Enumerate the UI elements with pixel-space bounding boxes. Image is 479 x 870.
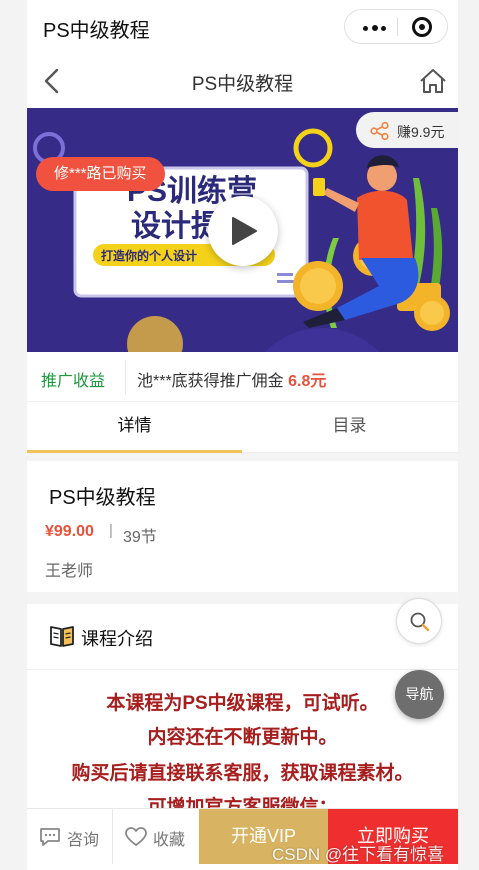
capsule-menu[interactable] bbox=[344, 9, 448, 44]
app-top-bar: PS中级教程 bbox=[27, 0, 458, 55]
share-earn-button[interactable]: 赚9.9元 bbox=[356, 112, 458, 148]
capsule-divider bbox=[397, 18, 398, 36]
intro-line: 可增加官方客服微信： bbox=[147, 797, 338, 808]
share-icon bbox=[370, 122, 389, 140]
csdn-watermark: CSDN @往下看有惊喜 bbox=[272, 845, 445, 864]
tab-details[interactable]: 详情 bbox=[27, 402, 242, 453]
tab-catalog[interactable]: 目录 bbox=[242, 402, 457, 453]
poster-subline: 打造你的个人设计 bbox=[101, 248, 197, 263]
intro-content: 本课程为PS中级课程，可试听。 内容还在不断更新中。 购买后请直接联系客服，获取… bbox=[27, 671, 458, 808]
lesson-count: 39节 bbox=[123, 529, 157, 546]
buyer-notice-badge: 修***路已购买 bbox=[36, 157, 165, 191]
nav-bar: PS中级教程 bbox=[27, 55, 458, 108]
heart-icon bbox=[125, 827, 147, 846]
course-banner[interactable]: PS训练营 设计提 打造你的个人设计 修***路已购买 赚9.9元 bbox=[27, 108, 458, 352]
promotion-row: 推广收益 池***底获得推广佣金 6.8元 bbox=[27, 352, 458, 402]
content-tabs: 详情 目录 bbox=[27, 402, 458, 453]
home-icon[interactable] bbox=[419, 68, 447, 94]
intro-header: 课程介绍 bbox=[27, 604, 458, 670]
collect-button[interactable]: 收藏 bbox=[113, 809, 199, 864]
search-float-button[interactable] bbox=[396, 598, 442, 644]
collect-label: 收藏 bbox=[153, 832, 186, 849]
page-title: PS中级教程 bbox=[191, 74, 294, 95]
consult-button[interactable]: 咨询 bbox=[27, 809, 113, 864]
promotion-message: 池***底获得推广佣金 6.8元 bbox=[137, 367, 326, 391]
course-price: ¥99.00 bbox=[45, 523, 94, 540]
section-gap bbox=[27, 453, 458, 461]
price-separator: | bbox=[109, 522, 113, 539]
promotion-text: 池***底获得推广佣金 bbox=[137, 373, 284, 390]
intro-line: 本课程为PS中级课程，可试听。 bbox=[106, 693, 379, 714]
book-icon bbox=[50, 626, 74, 647]
intro-line: 购买后请直接联系客服，获取课程素材。 bbox=[71, 763, 414, 784]
intro-line: 内容还在不断更新中。 bbox=[147, 727, 338, 748]
navigation-float-button[interactable]: 导航 bbox=[395, 670, 444, 719]
close-miniprogram-icon[interactable] bbox=[412, 17, 432, 37]
course-title: PS中级教程 bbox=[49, 487, 156, 509]
play-icon bbox=[232, 217, 257, 245]
intro-heading: 课程介绍 bbox=[81, 629, 153, 649]
play-button[interactable] bbox=[208, 196, 278, 266]
promotion-label: 推广收益 bbox=[41, 373, 106, 390]
promotion-divider bbox=[125, 360, 126, 394]
consult-label: 咨询 bbox=[67, 832, 100, 849]
search-icon bbox=[410, 612, 430, 632]
promotion-amount: 6.8元 bbox=[288, 373, 327, 390]
more-dots-icon[interactable] bbox=[363, 25, 386, 31]
course-info-card: PS中级教程 ¥99.00 | 39节 王老师 bbox=[27, 461, 458, 592]
teacher-name: 王老师 bbox=[45, 563, 94, 580]
chat-icon bbox=[40, 828, 60, 846]
app-title: PS中级教程 bbox=[43, 20, 150, 42]
earn-amount-label: 赚9.9元 bbox=[397, 124, 445, 140]
phone-frame: PS中级教程 PS中级教程 PS训练营 设计提 打造你的个人设计 修***路已购… bbox=[27, 0, 458, 870]
section-gap bbox=[27, 592, 458, 604]
